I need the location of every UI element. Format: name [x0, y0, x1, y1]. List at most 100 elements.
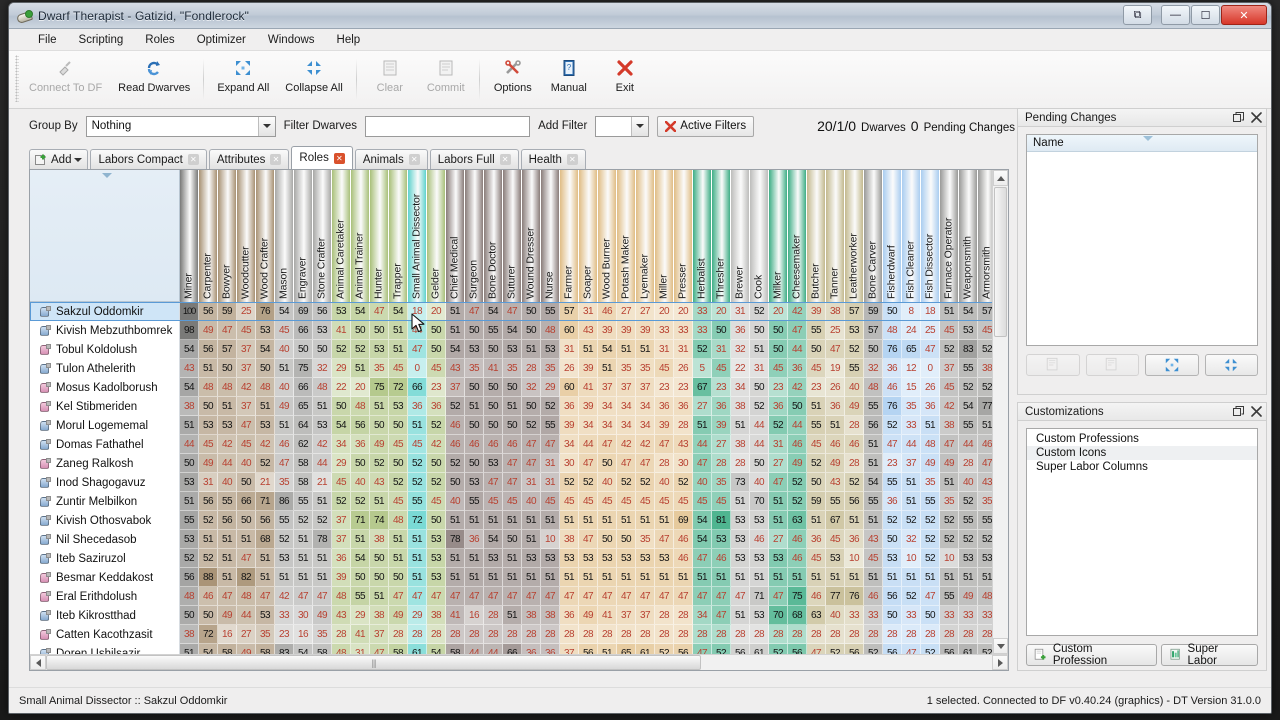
toolbar-button-collapse-all[interactable]: Collapse All	[277, 55, 350, 94]
role-value-cell[interactable]: 47	[693, 587, 712, 606]
role-value-cell[interactable]: 31	[560, 340, 579, 359]
role-value-cell[interactable]: 55	[959, 416, 978, 435]
role-value-cell[interactable]: 51	[826, 416, 845, 435]
role-value-cell[interactable]: 51	[237, 530, 256, 549]
role-value-cell[interactable]: 45	[560, 492, 579, 511]
tab-close-icon[interactable]: ✕	[334, 153, 345, 164]
role-value-cell[interactable]: 47	[218, 321, 237, 340]
role-value-cell[interactable]: 36	[465, 530, 484, 549]
role-value-cell[interactable]: 28	[807, 625, 826, 644]
role-value-cell[interactable]: 28	[408, 625, 427, 644]
column-header-animal-caretaker[interactable]: Animal Caretaker	[332, 170, 351, 302]
role-value-cell[interactable]: 51	[180, 492, 199, 511]
role-value-cell[interactable]: 50	[617, 530, 636, 549]
role-value-cell[interactable]: 52	[902, 587, 921, 606]
role-value-cell[interactable]: 40	[845, 378, 864, 397]
role-value-cell[interactable]: 49	[370, 435, 389, 454]
role-value-cell[interactable]: 42	[218, 435, 237, 454]
role-value-cell[interactable]: 54	[693, 511, 712, 530]
role-value-cell[interactable]: 53	[883, 549, 902, 568]
role-value-cell[interactable]: 45	[769, 359, 788, 378]
role-value-cell[interactable]: 45	[807, 435, 826, 454]
role-value-cell[interactable]: 47	[921, 340, 940, 359]
role-value-cell[interactable]: 52	[674, 473, 693, 492]
menu-item-roles[interactable]: Roles	[134, 31, 185, 49]
role-value-cell[interactable]: 71	[256, 492, 275, 511]
role-value-cell[interactable]: 51	[921, 416, 940, 435]
role-value-cell[interactable]: 47	[940, 435, 959, 454]
role-value-cell[interactable]: 28	[883, 625, 902, 644]
role-value-cell[interactable]: 38	[370, 530, 389, 549]
role-value-cell[interactable]: 47	[883, 435, 902, 454]
dwarf-name-cell[interactable]: Eral Erithdolush	[30, 587, 180, 606]
role-value-cell[interactable]: 18	[408, 302, 427, 321]
role-value-cell[interactable]: 45	[674, 492, 693, 511]
column-header-soaper[interactable]: Soaper	[579, 170, 598, 302]
role-value-cell[interactable]: 53	[332, 302, 351, 321]
role-value-cell[interactable]: 44	[959, 435, 978, 454]
role-value-cell[interactable]: 46	[788, 530, 807, 549]
role-value-cell[interactable]: 59	[218, 302, 237, 321]
dwarf-name-cell[interactable]: Iteb Kikrostthad	[30, 606, 180, 625]
role-value-cell[interactable]: 37	[617, 606, 636, 625]
role-value-cell[interactable]: 12	[902, 359, 921, 378]
role-value-cell[interactable]: 63	[788, 511, 807, 530]
role-value-cell[interactable]: 53	[313, 321, 332, 340]
role-value-cell[interactable]: 51	[864, 511, 883, 530]
role-value-cell[interactable]: 51	[750, 568, 769, 587]
column-header-thresher[interactable]: Thresher	[712, 170, 731, 302]
role-value-cell[interactable]: 50	[598, 454, 617, 473]
role-value-cell[interactable]: 20	[655, 302, 674, 321]
role-value-cell[interactable]: 53	[750, 549, 769, 568]
role-value-cell[interactable]: 44	[788, 416, 807, 435]
role-value-cell[interactable]: 28	[826, 625, 845, 644]
role-value-cell[interactable]: 50	[769, 340, 788, 359]
role-value-cell[interactable]: 29	[408, 606, 427, 625]
role-value-cell[interactable]: 40	[655, 473, 674, 492]
role-value-cell[interactable]: 37	[332, 530, 351, 549]
role-value-cell[interactable]: 47	[484, 587, 503, 606]
role-value-cell[interactable]: 54	[351, 302, 370, 321]
role-value-cell[interactable]: 56	[864, 416, 883, 435]
role-value-cell[interactable]: 28	[959, 625, 978, 644]
role-value-cell[interactable]: 64	[294, 416, 313, 435]
column-header-trapper[interactable]: Trapper	[389, 170, 408, 302]
role-value-cell[interactable]: 50	[389, 568, 408, 587]
role-value-cell[interactable]: 20	[712, 302, 731, 321]
role-value-cell[interactable]: 26	[560, 359, 579, 378]
role-value-cell[interactable]: 33	[655, 321, 674, 340]
role-value-cell[interactable]: 34	[332, 435, 351, 454]
role-value-cell[interactable]: 51	[541, 568, 560, 587]
role-value-cell[interactable]: 28	[389, 625, 408, 644]
role-value-cell[interactable]: 51	[560, 568, 579, 587]
role-value-cell[interactable]: 36	[427, 397, 446, 416]
role-value-cell[interactable]: 47	[465, 302, 484, 321]
role-value-cell[interactable]: 50	[427, 321, 446, 340]
role-value-cell[interactable]: 33	[959, 606, 978, 625]
role-value-cell[interactable]: 53	[655, 549, 674, 568]
role-value-cell[interactable]: 45	[655, 359, 674, 378]
role-value-cell[interactable]: 53	[256, 416, 275, 435]
menu-item-file[interactable]: File	[27, 31, 68, 49]
role-value-cell[interactable]: 28	[712, 625, 731, 644]
role-value-cell[interactable]: 28	[845, 625, 864, 644]
role-value-cell[interactable]: 51	[503, 549, 522, 568]
role-value-cell[interactable]: 50	[503, 530, 522, 549]
close-button[interactable]: ✕	[1221, 5, 1267, 25]
role-value-cell[interactable]: 46	[750, 530, 769, 549]
role-value-cell[interactable]: 51	[370, 492, 389, 511]
role-value-cell[interactable]: 50	[807, 473, 826, 492]
role-value-cell[interactable]: 52	[845, 473, 864, 492]
role-value-cell[interactable]: 51	[617, 340, 636, 359]
role-value-cell[interactable]: 67	[693, 378, 712, 397]
role-value-cell[interactable]: 28	[655, 606, 674, 625]
role-value-cell[interactable]: 46	[503, 435, 522, 454]
role-value-cell[interactable]: 50	[807, 340, 826, 359]
role-value-cell[interactable]: 45	[237, 321, 256, 340]
role-value-cell[interactable]: 66	[237, 492, 256, 511]
undock-icon[interactable]	[1233, 406, 1244, 417]
role-value-cell[interactable]: 55	[351, 587, 370, 606]
menu-item-help[interactable]: Help	[326, 31, 372, 49]
column-header-carpenter[interactable]: Carpenter	[199, 170, 218, 302]
role-value-cell[interactable]: 31	[731, 302, 750, 321]
